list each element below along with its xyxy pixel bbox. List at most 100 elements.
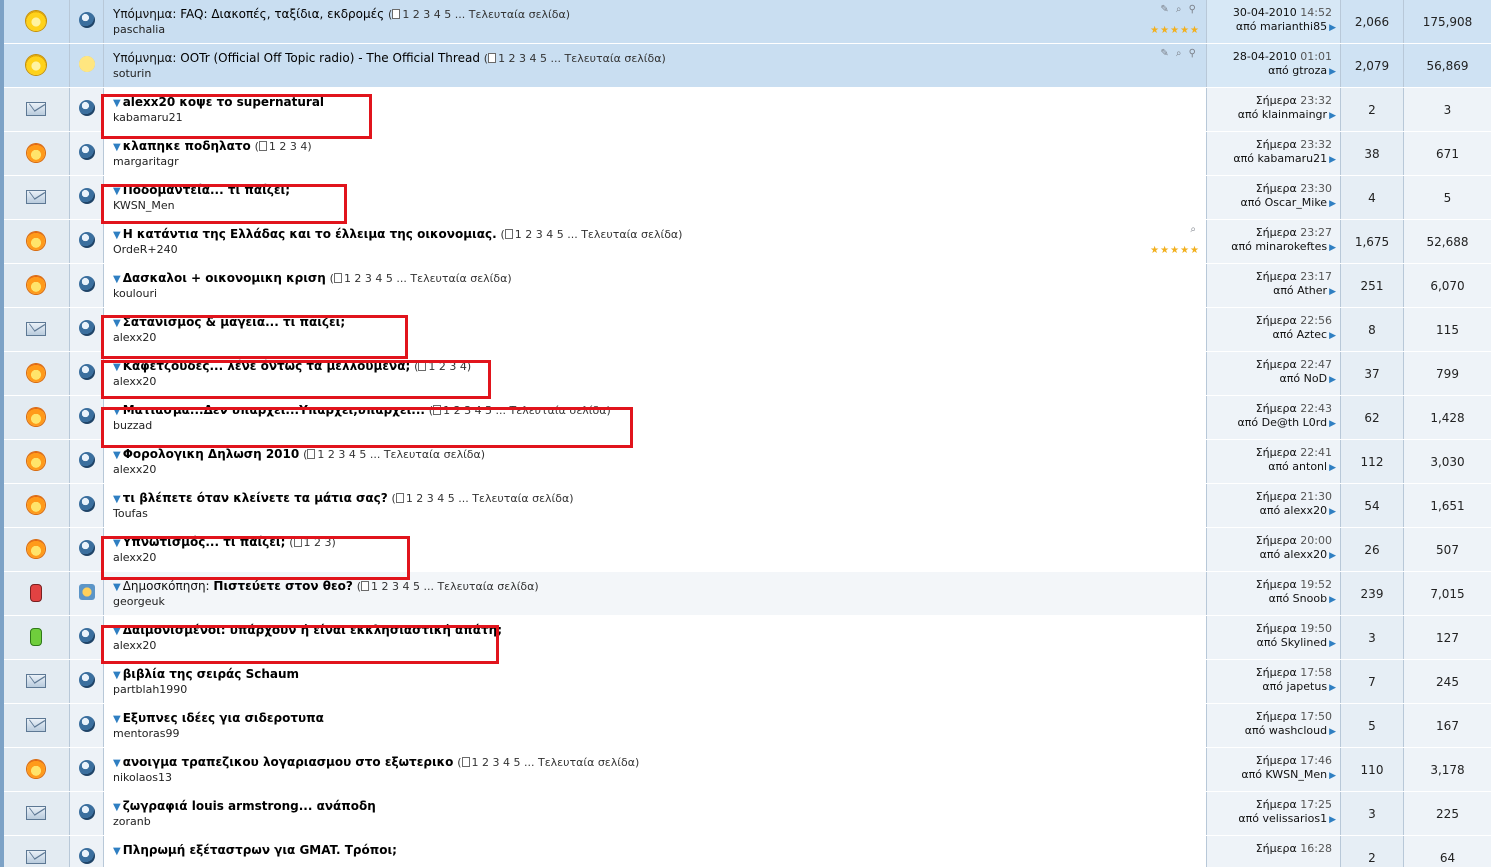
page-links[interactable]: (1 2 3 4 5 ... Τελευταία σελίδα) bbox=[429, 404, 611, 417]
last-post-author[interactable]: από De@th L0rd ▶ bbox=[1238, 416, 1336, 429]
last-post-author[interactable]: από alexx20 ▶ bbox=[1260, 548, 1336, 561]
first-unread-arrow-icon[interactable]: ▼ bbox=[113, 670, 121, 681]
last-post-author-name[interactable]: από De@th L0rd bbox=[1238, 416, 1328, 429]
page-links[interactable]: (1 2 3 4 5 ... Τελευταία σελίδα) bbox=[330, 272, 512, 285]
thread-author[interactable]: buzzad bbox=[113, 419, 152, 432]
thread-title-link[interactable]: βιβλία της σειράς Schaum bbox=[123, 667, 299, 681]
last-post-author[interactable]: από kabamaru21 ▶ bbox=[1233, 152, 1336, 165]
page-links[interactable]: (1 2 3 4 5 ... Τελευταία σελίδα) bbox=[457, 756, 639, 769]
thread-row[interactable]: ▼ Δημοσκόπηση: Πιστεύετε στον θεο? (1 2 3… bbox=[4, 572, 1491, 615]
thread-row[interactable]: ▼ Εξυπνες ιδέες για σιδερoτυπα mentoras99 Σ… bbox=[4, 704, 1491, 747]
go-to-last-post-icon[interactable]: ▶ bbox=[1329, 67, 1336, 77]
go-to-last-post-icon[interactable]: ▶ bbox=[1329, 287, 1336, 297]
last-post-author[interactable]: από Skylined ▶ bbox=[1257, 636, 1336, 649]
first-unread-arrow-icon[interactable]: ▼ bbox=[113, 714, 121, 725]
last-post-author[interactable]: από alexx20 ▶ bbox=[1260, 504, 1336, 517]
reply-count[interactable]: 110 bbox=[1341, 763, 1403, 777]
first-unread-arrow-icon[interactable]: ▼ bbox=[113, 98, 121, 109]
thread-row[interactable]: ▼ βιβλία της σειράς Schaum partblah1990 Σήμ… bbox=[4, 660, 1491, 703]
thread-author[interactable]: nikolaos13 bbox=[113, 771, 172, 784]
reply-count[interactable]: 2 bbox=[1341, 851, 1403, 865]
go-to-last-post-icon[interactable]: ▶ bbox=[1329, 551, 1336, 561]
thread-author[interactable]: koulouri bbox=[113, 287, 157, 300]
thread-author[interactable]: Toufas bbox=[113, 507, 148, 520]
last-post-author-name[interactable]: από klainmaingr bbox=[1238, 108, 1327, 121]
go-to-last-post-icon[interactable]: ▶ bbox=[1329, 507, 1336, 517]
thread-title-link[interactable]: Πιστεύετε στον θεο? bbox=[213, 579, 352, 593]
go-to-last-post-icon[interactable]: ▶ bbox=[1329, 639, 1336, 649]
go-to-last-post-icon[interactable]: ▶ bbox=[1329, 331, 1336, 341]
last-post-author-name[interactable]: από washcloud bbox=[1245, 724, 1327, 737]
thread-author[interactable]: kabamaru21 bbox=[113, 111, 183, 124]
reply-count[interactable]: 62 bbox=[1341, 411, 1403, 425]
last-post-author[interactable]: από Aztec ▶ bbox=[1273, 328, 1336, 341]
thread-title-link[interactable]: Εξυπνες ιδέες για σιδερoτυπα bbox=[123, 711, 324, 725]
last-post-author[interactable]: από marianthi85 ▶ bbox=[1236, 20, 1336, 33]
reply-count[interactable]: 1,675 bbox=[1341, 235, 1403, 249]
page-links-text[interactable]: 1 2 3 4 5 ... Τελευταία σελίδα bbox=[402, 8, 565, 21]
first-unread-arrow-icon[interactable]: ▼ bbox=[113, 274, 121, 285]
first-unread-arrow-icon[interactable]: ▼ bbox=[113, 406, 121, 417]
thread-author[interactable]: zoranb bbox=[113, 815, 151, 828]
go-to-last-post-icon[interactable]: ▶ bbox=[1329, 683, 1336, 693]
thread-author[interactable]: soturin bbox=[113, 67, 151, 80]
last-post-author-name[interactable]: από KWSN_Men bbox=[1241, 768, 1327, 781]
reply-count[interactable]: 3 bbox=[1341, 631, 1403, 645]
page-links[interactable]: (1 2 3 4) bbox=[414, 360, 471, 373]
reply-count[interactable]: 5 bbox=[1341, 719, 1403, 733]
thread-title-link[interactable]: Ποδομαντεία... τι παίζει; bbox=[123, 183, 290, 197]
last-post-author-name[interactable]: από marianthi85 bbox=[1236, 20, 1327, 33]
last-post-author-name[interactable]: από Oscar_Mike bbox=[1240, 196, 1327, 209]
thread-title-link[interactable]: Δαιμονισμένοι: υπάρχουν ή είναι εκκλησια… bbox=[123, 623, 502, 637]
thread-author[interactable]: partblah1990 bbox=[113, 683, 187, 696]
thread-title-link[interactable]: alexx20 κοψε το supernatural bbox=[123, 95, 324, 109]
go-to-last-post-icon[interactable]: ▶ bbox=[1329, 243, 1336, 253]
thread-row[interactable]: ▼ ανοιγμα τραπεζικου λογαριασμου στο εξωτ… bbox=[4, 748, 1491, 791]
go-to-last-post-icon[interactable]: ▶ bbox=[1329, 595, 1336, 605]
thread-title-link[interactable]: ανοιγμα τραπεζικου λογαριασμου στο εξωτε… bbox=[123, 755, 454, 769]
thread-title-link[interactable]: τι βλέπετε όταν κλείνετε τα μάτια σας? bbox=[123, 491, 388, 505]
reply-count[interactable]: 4 bbox=[1341, 191, 1403, 205]
go-to-last-post-icon[interactable]: ▶ bbox=[1329, 771, 1336, 781]
reply-count[interactable]: 3 bbox=[1341, 807, 1403, 821]
page-links-text[interactable]: 1 2 3 4 bbox=[428, 360, 466, 373]
thread-row[interactable]: ▼ Καφετζούδες... λένε όντως τα μελλούμενα… bbox=[4, 352, 1491, 395]
thread-row[interactable]: ▼ Η κατάντια της Ελλάδας και το έλλειμα τ… bbox=[4, 220, 1491, 263]
reply-count[interactable]: 38 bbox=[1341, 147, 1403, 161]
thread-row[interactable]: ▼ Ματιασμα...Δεν υπαρχει...Υπαρχει,υπαρχε… bbox=[4, 396, 1491, 439]
thread-row[interactable]: ▼ ζωγραφιά louis armstrong... ανάποδη zora… bbox=[4, 792, 1491, 835]
thread-row[interactable]: Υπόμνημα: OOTr (Official Off Topic radio… bbox=[4, 44, 1491, 87]
go-to-last-post-icon[interactable]: ▶ bbox=[1329, 419, 1336, 429]
thread-row[interactable]: ▼ Φορολογικη Δηλωση 2010 (1 2 3 4 5 ... Τ… bbox=[4, 440, 1491, 483]
last-post-author[interactable]: από klainmaingr ▶ bbox=[1238, 108, 1336, 121]
last-post-author[interactable]: από velissarios1 ▶ bbox=[1238, 812, 1336, 825]
page-links-text[interactable]: 1 2 3 4 5 ... Τελευταία σελίδα bbox=[515, 228, 678, 241]
go-to-last-post-icon[interactable]: ▶ bbox=[1329, 815, 1336, 825]
last-post-author-name[interactable]: από alexx20 bbox=[1260, 504, 1328, 517]
page-links[interactable]: (1 2 3 4 5 ... Τελευταία σελίδα) bbox=[357, 580, 539, 593]
thread-author[interactable]: margaritagr bbox=[113, 155, 179, 168]
thread-title-link[interactable]: OOTr (Official Off Topic radio) - The Of… bbox=[180, 51, 480, 65]
first-unread-arrow-icon[interactable]: ▼ bbox=[113, 494, 121, 505]
last-post-author[interactable]: από NoD ▶ bbox=[1280, 372, 1336, 385]
last-post-author[interactable]: από Snoob ▶ bbox=[1269, 592, 1336, 605]
last-post-author-name[interactable]: από antonl bbox=[1268, 460, 1327, 473]
thread-title-link[interactable]: Υπνωτισμός... τι παίζει; bbox=[123, 535, 286, 549]
thread-title-link[interactable]: Φορολογικη Δηλωση 2010 bbox=[123, 447, 300, 461]
page-links-text[interactable]: 1 2 3 4 bbox=[269, 140, 307, 153]
thread-author[interactable]: alexx20 bbox=[113, 639, 156, 652]
thread-title-link[interactable]: Ματιασμα...Δεν υπαρχει...Υπαρχει,υπαρχει… bbox=[123, 403, 425, 417]
last-post-author-name[interactable]: από gtroza bbox=[1268, 64, 1327, 77]
go-to-last-post-icon[interactable]: ▶ bbox=[1329, 199, 1336, 209]
last-post-author-name[interactable]: από alexx20 bbox=[1260, 548, 1328, 561]
thread-row[interactable]: ▼ Πληρωμή εξέταστρων για GMAT. Τρόποι; Σήμ… bbox=[4, 836, 1491, 867]
go-to-last-post-icon[interactable]: ▶ bbox=[1329, 375, 1336, 385]
thread-author[interactable]: OrdeR+240 bbox=[113, 243, 178, 256]
thread-row[interactable]: ▼ Δαιμονισμένοι: υπάρχουν ή είναι εκκλησι… bbox=[4, 616, 1491, 659]
page-links-text[interactable]: 1 2 3 4 5 ... Τελευταία σελίδα bbox=[344, 272, 507, 285]
page-links-text[interactable]: 1 2 3 4 5 ... Τελευταία σελίδα bbox=[317, 448, 480, 461]
page-links[interactable]: (1 2 3 4) bbox=[255, 140, 312, 153]
thread-title-link[interactable]: κλαπηκε ποδηλατο bbox=[123, 139, 251, 153]
thread-title-link[interactable]: Πληρωμή εξέταστρων για GMAT. Τρόποι; bbox=[123, 843, 397, 857]
go-to-last-post-icon[interactable]: ▶ bbox=[1329, 155, 1336, 165]
